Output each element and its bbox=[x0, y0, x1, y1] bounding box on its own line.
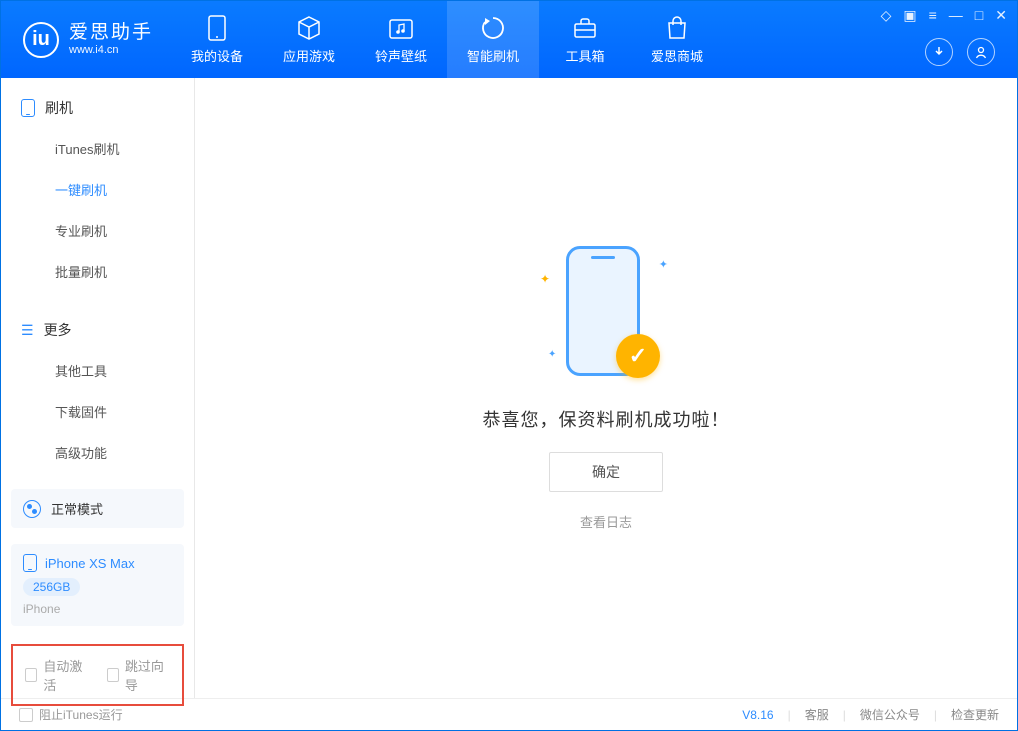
logo-icon: iu bbox=[23, 22, 59, 58]
title-bar: iu 爱思助手 www.i4.cn 我的设备 应用游戏 铃声壁纸 智能刷机 工具… bbox=[1, 1, 1017, 78]
sidebar-item-batch-flash[interactable]: 批量刷机 bbox=[1, 251, 194, 292]
minimize-button[interactable]: — bbox=[949, 7, 963, 24]
device-capacity: 256GB bbox=[23, 578, 80, 596]
settings-icon[interactable]: ▣ bbox=[903, 7, 916, 24]
maximize-button[interactable]: □ bbox=[975, 7, 983, 24]
shirt-icon[interactable]: ◇ bbox=[881, 7, 892, 24]
cube-icon bbox=[296, 15, 322, 41]
nav-toolbox[interactable]: 工具箱 bbox=[539, 1, 631, 78]
music-folder-icon bbox=[388, 15, 414, 41]
toolbox-icon bbox=[572, 15, 598, 41]
nav-apps[interactable]: 应用游戏 bbox=[263, 1, 355, 78]
footer-update-link[interactable]: 检查更新 bbox=[951, 706, 999, 723]
sidebar-item-other-tools[interactable]: 其他工具 bbox=[1, 350, 194, 391]
sidebar-section-more[interactable]: ☰ 更多 bbox=[1, 308, 194, 350]
download-button[interactable] bbox=[925, 38, 953, 66]
footer-wechat-link[interactable]: 微信公众号 bbox=[860, 706, 920, 723]
bag-icon bbox=[664, 15, 690, 41]
nav-store[interactable]: 爱思商城 bbox=[631, 1, 723, 78]
nav-flash[interactable]: 智能刷机 bbox=[447, 1, 539, 78]
checkbox-block-itunes[interactable]: 阻止iTunes运行 bbox=[19, 706, 123, 723]
mode-card[interactable]: 正常模式 bbox=[11, 489, 184, 528]
device-card[interactable]: iPhone XS Max 256GB iPhone bbox=[11, 544, 184, 626]
device-name: iPhone XS Max bbox=[45, 556, 135, 571]
device-icon bbox=[21, 99, 35, 117]
app-subtitle: www.i4.cn bbox=[69, 44, 153, 56]
success-message: 恭喜您，保资料刷机成功啦！ bbox=[483, 406, 730, 432]
main-nav: 我的设备 应用游戏 铃声壁纸 智能刷机 工具箱 爱思商城 bbox=[171, 1, 723, 78]
mode-label: 正常模式 bbox=[51, 499, 103, 518]
view-log-link[interactable]: 查看日志 bbox=[580, 512, 632, 531]
app-title: 爱思助手 bbox=[69, 23, 153, 44]
sidebar-item-pro-flash[interactable]: 专业刷机 bbox=[1, 210, 194, 251]
close-button[interactable]: ✕ bbox=[995, 7, 1007, 24]
sidebar: 刷机 iTunes刷机 一键刷机 专业刷机 批量刷机 ☰ 更多 其他工具 下载固… bbox=[1, 78, 195, 698]
window-controls: ◇ ▣ ≡ — □ ✕ bbox=[881, 7, 1007, 24]
sidebar-item-oneclick-flash[interactable]: 一键刷机 bbox=[1, 169, 194, 210]
logo[interactable]: iu 爱思助手 www.i4.cn bbox=[1, 22, 171, 58]
checkmark-badge-icon: ✓ bbox=[616, 334, 660, 378]
phone-icon bbox=[204, 15, 230, 41]
refresh-shield-icon bbox=[480, 15, 506, 41]
success-illustration: ✦ ✦ ✦ ✓ bbox=[546, 246, 666, 386]
list-icon: ☰ bbox=[21, 322, 34, 339]
sparkle-icon: ✦ bbox=[540, 272, 550, 286]
menu-icon[interactable]: ≡ bbox=[929, 7, 937, 24]
device-phone-icon bbox=[23, 554, 37, 572]
footer-service-link[interactable]: 客服 bbox=[805, 706, 829, 723]
device-type: iPhone bbox=[23, 602, 172, 616]
highlighted-checkbox-row: 自动激活 跳过向导 bbox=[11, 644, 184, 706]
checkbox-auto-activate[interactable]: 自动激活 bbox=[25, 656, 89, 694]
sidebar-item-advanced[interactable]: 高级功能 bbox=[1, 432, 194, 473]
sidebar-item-download-firmware[interactable]: 下载固件 bbox=[1, 391, 194, 432]
checkbox-skip-guide[interactable]: 跳过向导 bbox=[107, 656, 171, 694]
main-content: ✦ ✦ ✦ ✓ 恭喜您，保资料刷机成功啦！ 确定 查看日志 bbox=[195, 78, 1017, 698]
nav-my-device[interactable]: 我的设备 bbox=[171, 1, 263, 78]
mode-icon bbox=[23, 500, 41, 518]
ok-button[interactable]: 确定 bbox=[549, 452, 663, 492]
sidebar-section-flash[interactable]: 刷机 bbox=[1, 86, 194, 128]
nav-ringtones[interactable]: 铃声壁纸 bbox=[355, 1, 447, 78]
user-button[interactable] bbox=[967, 38, 995, 66]
sidebar-item-itunes-flash[interactable]: iTunes刷机 bbox=[1, 128, 194, 169]
sparkle-icon: ✦ bbox=[659, 258, 668, 271]
version-label: V8.16 bbox=[742, 708, 773, 722]
sparkle-icon: ✦ bbox=[548, 349, 556, 360]
